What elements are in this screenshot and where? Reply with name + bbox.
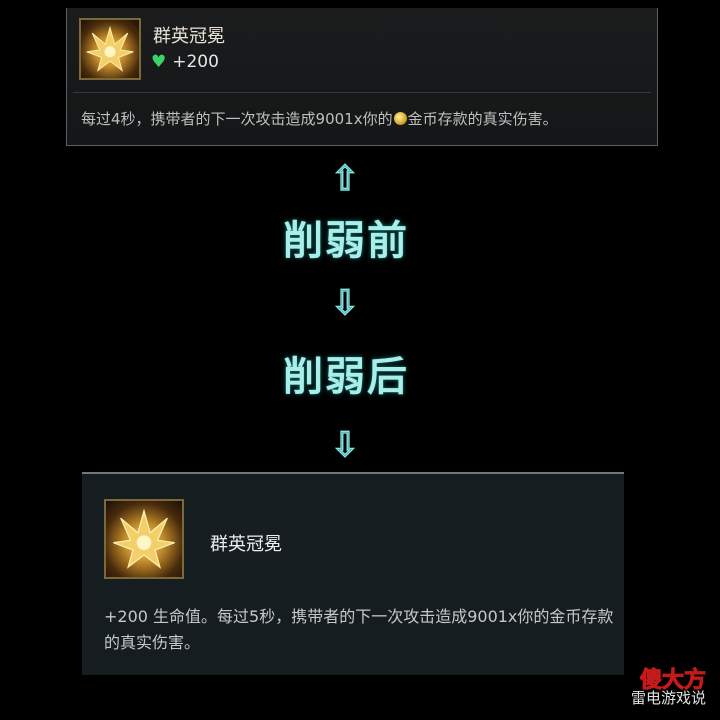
description-part-1: 每过4秒，携带者的下一次攻击造成9001x你的 <box>81 110 393 128</box>
health-value: +200 <box>172 52 219 72</box>
watermark: 雷电游戏说 傻大方 <box>631 668 707 708</box>
item-description: +200 生命值。每过5秒，携带者的下一次攻击造成9001x你的金币存款的真实伤… <box>104 607 614 652</box>
crown-icon <box>104 499 184 579</box>
after-nerf-label: 削弱后 <box>283 354 409 400</box>
item-name: 群英冠冕 <box>153 26 225 47</box>
item-card-before: 群英冠冕 ♥ +200 每过4秒，携带者的下一次攻击造成9001x你的 金币存款的… <box>66 8 658 146</box>
before-nerf-label: 削弱前 <box>283 218 409 264</box>
health-stat: ♥ +200 <box>151 52 219 72</box>
item-card-after: 群英冠冕 +200 生命值。每过5秒，携带者的下一次攻击造成9001x你的金币存… <box>82 472 624 675</box>
crown-icon <box>79 18 141 80</box>
description-part-2: 金币存款的真实伤害。 <box>407 110 558 128</box>
watermark-brand: 傻大方 <box>639 668 706 694</box>
down-arrow-icon: ⇩ <box>330 283 360 323</box>
divider <box>73 92 651 93</box>
gold-coin-icon <box>393 112 407 125</box>
item-description: 每过4秒，携带者的下一次攻击造成9001x你的 金币存款的真实伤害。 <box>81 108 558 129</box>
item-name: 群英冠冕 <box>210 534 282 555</box>
heart-icon: ♥ <box>151 52 167 72</box>
down-arrow-icon: ⇩ <box>330 425 360 465</box>
up-arrow-icon: ⇧ <box>330 159 360 199</box>
